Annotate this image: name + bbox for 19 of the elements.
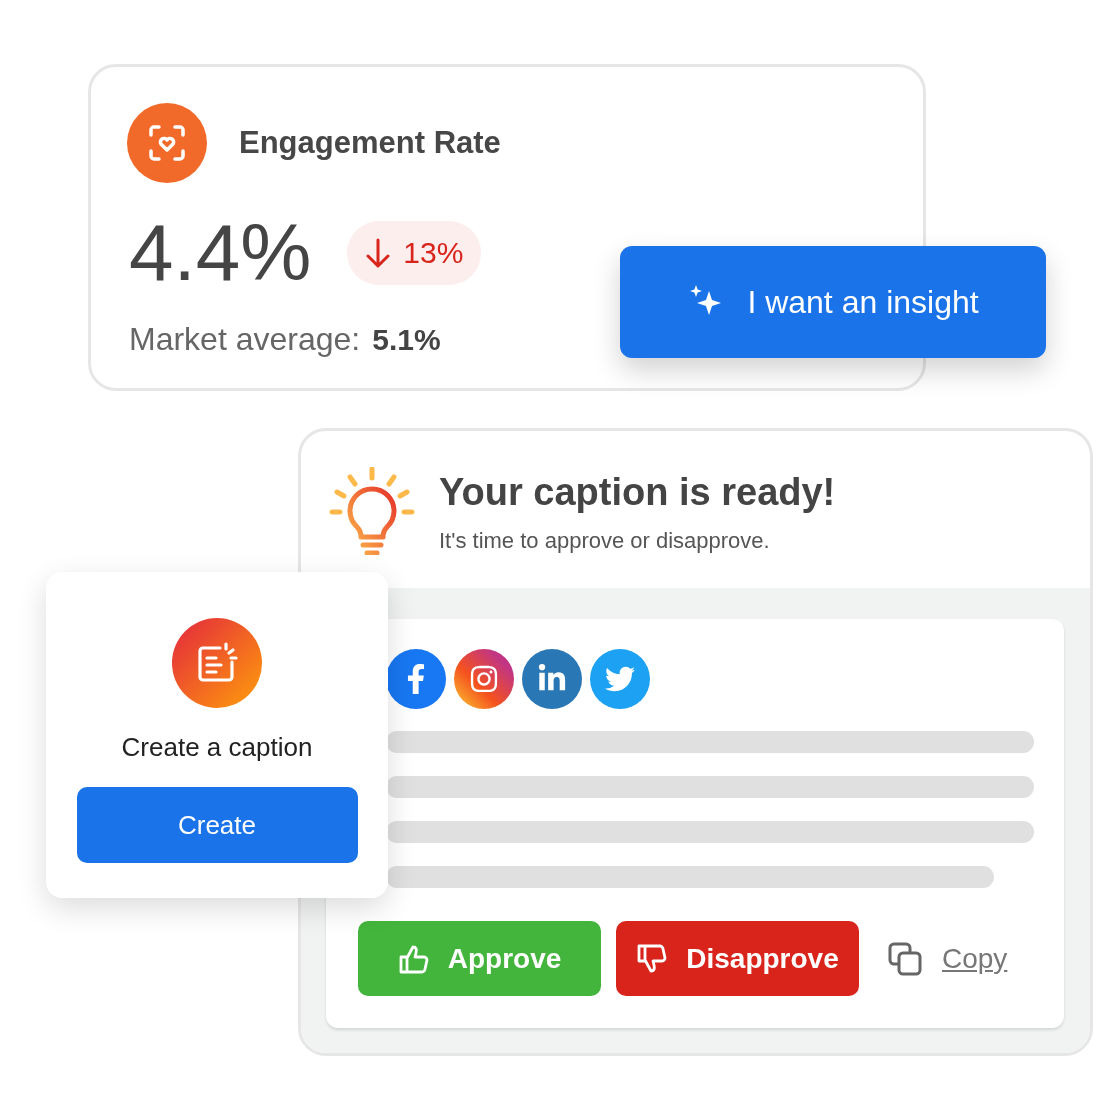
instagram-icon: [454, 649, 514, 709]
thumbs-down-icon: [636, 942, 669, 975]
arrow-down-icon: [365, 238, 392, 268]
change-badge: 13%: [347, 221, 482, 285]
twitter-bird-icon: [590, 649, 650, 709]
disapprove-button[interactable]: Disapprove: [616, 921, 859, 996]
card-title: Engagement Rate: [239, 125, 501, 161]
create-caption-label: Create a caption: [121, 732, 313, 763]
create-button[interactable]: Create: [76, 787, 358, 863]
light-bulb-icon: [329, 467, 415, 555]
engagement-value: 4.4%: [129, 213, 312, 293]
market-average-text: Market average: 5.1%: [129, 321, 442, 358]
approve-button[interactable]: Approve: [358, 921, 601, 996]
copy-link[interactable]: Copy: [888, 941, 1008, 976]
linkedin-icon: [522, 649, 582, 709]
copy-icon: [888, 941, 922, 976]
caption-title: Your caption is ready!: [439, 471, 836, 514]
insight-button[interactable]: I want an insight: [620, 246, 1046, 358]
caption-subtitle: It's time to approve or disapprove.: [439, 528, 771, 554]
